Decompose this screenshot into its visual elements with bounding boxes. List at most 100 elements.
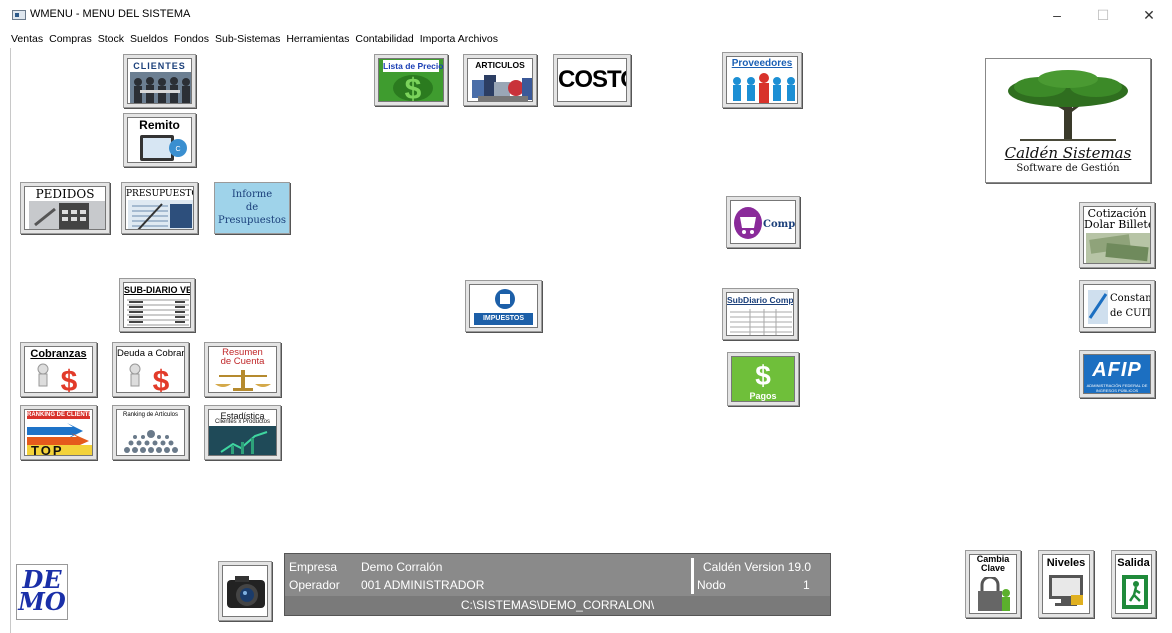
informe-line1: Informe [231, 189, 273, 200]
document-icon [1088, 290, 1108, 324]
subdiario-compras-button[interactable]: SubDiario Compras [722, 288, 798, 340]
informe-line2: de [245, 202, 259, 213]
ranking-top-label: TOP [31, 443, 64, 456]
monitor-lock-icon [1049, 575, 1083, 606]
calculator-icon [29, 201, 105, 229]
deuda-cobrar-button[interactable]: Deuda a Cobrar $ [112, 342, 189, 397]
sub-diario-ventas-label: SUB-DIARIO VENTAS [124, 285, 190, 295]
lista-precios-button[interactable]: Lista de Precios $ [374, 54, 448, 106]
brand-name: Caldén Sistemas [1004, 144, 1132, 162]
window-title: WMENU - MENU DEL SISTEMA [30, 8, 191, 20]
sub-diario-ventas-button[interactable]: SUB-DIARIO VENTAS [119, 278, 195, 332]
proveedores-label: Proveedores [731, 58, 793, 69]
status-divider [691, 558, 694, 594]
salida-button[interactable]: Salida [1111, 550, 1156, 618]
constancia-cuit-button[interactable]: Constancia de CUIT [1079, 280, 1155, 332]
informe-line3: Presupuestos [217, 215, 287, 226]
suppliers-icon [733, 73, 795, 103]
debt-icon: $ [129, 363, 170, 393]
remito-button[interactable]: Remito C [123, 113, 196, 167]
operador-value: 001 ADMINISTRADOR [361, 578, 485, 592]
estadistica-button[interactable]: Estadística Clientes x Productos [204, 405, 281, 460]
empresa-value: Demo Corralón [361, 560, 443, 574]
afip-button[interactable]: AFIP ADMINISTRACIÓN FEDERAL DE INGRESOS … [1079, 350, 1155, 398]
subdiario-compras-label: SubDiario Compras [727, 295, 794, 305]
tablet-receipt-icon: C [140, 135, 187, 161]
demo-logo: DE MO [16, 564, 68, 620]
left-divider [10, 48, 11, 633]
ranking-clientes-label: RANKING DE CLIENTES [27, 411, 93, 419]
menu-contabilidad[interactable]: Contabilidad [352, 30, 416, 48]
svg-text:$: $ [153, 365, 170, 393]
title-bar: WMENU - MENU DEL SISTEMA – ☐ ✕ [0, 0, 1172, 30]
pedidos-label: PEDIDOS [35, 187, 95, 201]
presupuesto-button[interactable]: PRESUPUESTO [121, 182, 198, 234]
banknotes-icon [1086, 233, 1150, 263]
payment-dollar-icon: $ [755, 360, 771, 389]
ranking-articulos-button[interactable]: Ranking de Artículos [112, 405, 189, 460]
constancia-line2: de CUIT [1110, 308, 1151, 319]
menu-sub-sistemas[interactable]: Sub-Sistemas [212, 30, 283, 48]
pagos-button[interactable]: $ Pagos [727, 352, 799, 406]
pedidos-button[interactable]: PEDIDOS [20, 182, 110, 234]
cambia-clave-button[interactable]: Cambia Clave [965, 550, 1021, 618]
nodo-value: 1 [803, 578, 810, 592]
svg-text:$: $ [61, 365, 78, 393]
menu-compras[interactable]: Compras [46, 30, 95, 48]
menu-fondos[interactable]: Fondos [171, 30, 212, 48]
svg-text:$: $ [755, 360, 771, 389]
sales-ledger-icon [127, 299, 189, 326]
people-icon [130, 72, 191, 103]
padlock-user-icon [978, 577, 1010, 611]
menu-stock[interactable]: Stock [95, 30, 127, 48]
informe-presupuestos-button[interactable]: Informe de Presupuestos [214, 182, 290, 234]
cotizacion-line2: Dolar Billete [1084, 218, 1151, 231]
ranking-articulos-label: Ranking de Artículos [122, 412, 179, 418]
ranking-clientes-button[interactable]: RANKING DE CLIENTES TOP [20, 405, 97, 460]
close-button[interactable]: ✕ [1126, 0, 1172, 30]
tax-icon [495, 289, 515, 309]
compras-label: Compras [763, 219, 796, 230]
cobranzas-button[interactable]: Cobranzas $ [20, 342, 97, 397]
cotizacion-button[interactable]: Cotización Dolar Billete [1079, 202, 1155, 268]
scales-icon [215, 370, 271, 391]
compras-button[interactable]: Compras [726, 196, 800, 248]
afip-label: AFIP [1092, 359, 1142, 381]
menu-ventas[interactable]: Ventas [8, 30, 46, 48]
clientes-button[interactable]: CLIENTES [123, 54, 196, 108]
system-path: C:\SISTEMAS\DEMO_CORRALON\ [460, 598, 655, 612]
status-panel: Empresa Demo Corralón Operador 001 ADMIN… [284, 553, 831, 616]
clientes-label: CLIENTES [133, 61, 186, 71]
spheres-grid-icon [124, 430, 178, 453]
svg-text:C: C [175, 146, 180, 153]
deuda-cobrar-label: Deuda a Cobrar [117, 348, 185, 359]
impuestos-button[interactable]: IMPUESTOS [465, 280, 542, 332]
minimize-button[interactable]: – [1034, 0, 1080, 30]
articulos-button[interactable]: ARTICULOS [463, 54, 537, 106]
constancia-line1: Constancia [1110, 293, 1151, 304]
menu-importa-archivos[interactable]: Importa Archivos [417, 30, 501, 48]
path-bar: C:\SISTEMAS\DEMO_CORRALON\ [285, 596, 830, 615]
pagos-label: Pagos [749, 391, 777, 401]
purchases-ledger-icon [730, 309, 792, 335]
stats-chart-icon [220, 431, 268, 454]
niveles-label: Niveles [1046, 557, 1086, 569]
svg-text:$: $ [405, 73, 422, 102]
niveles-button[interactable]: Niveles [1038, 550, 1094, 618]
resumen-cuenta-button[interactable]: Resumen de Cuenta [204, 342, 281, 397]
proveedores-button[interactable]: Proveedores [722, 52, 802, 108]
nodo-label: Nodo [697, 578, 726, 592]
demo-line2: MO [18, 587, 66, 616]
menu-sueldos[interactable]: Sueldos [127, 30, 171, 48]
tree-icon [1008, 70, 1128, 141]
maximize-button[interactable]: ☐ [1080, 0, 1126, 30]
presupuesto-label: PRESUPUESTO [126, 189, 194, 199]
menu-herramientas[interactable]: Herramientas [283, 30, 352, 48]
salida-label: Salida [1117, 557, 1150, 569]
camera-button[interactable] [218, 561, 272, 621]
calden-logo: Caldén Sistemas Software de Gestión [985, 58, 1151, 183]
products-icon [472, 75, 532, 101]
operador-label: Operador [289, 578, 340, 592]
camera-icon [227, 576, 265, 608]
costos-button[interactable]: COSTOS [553, 54, 631, 106]
